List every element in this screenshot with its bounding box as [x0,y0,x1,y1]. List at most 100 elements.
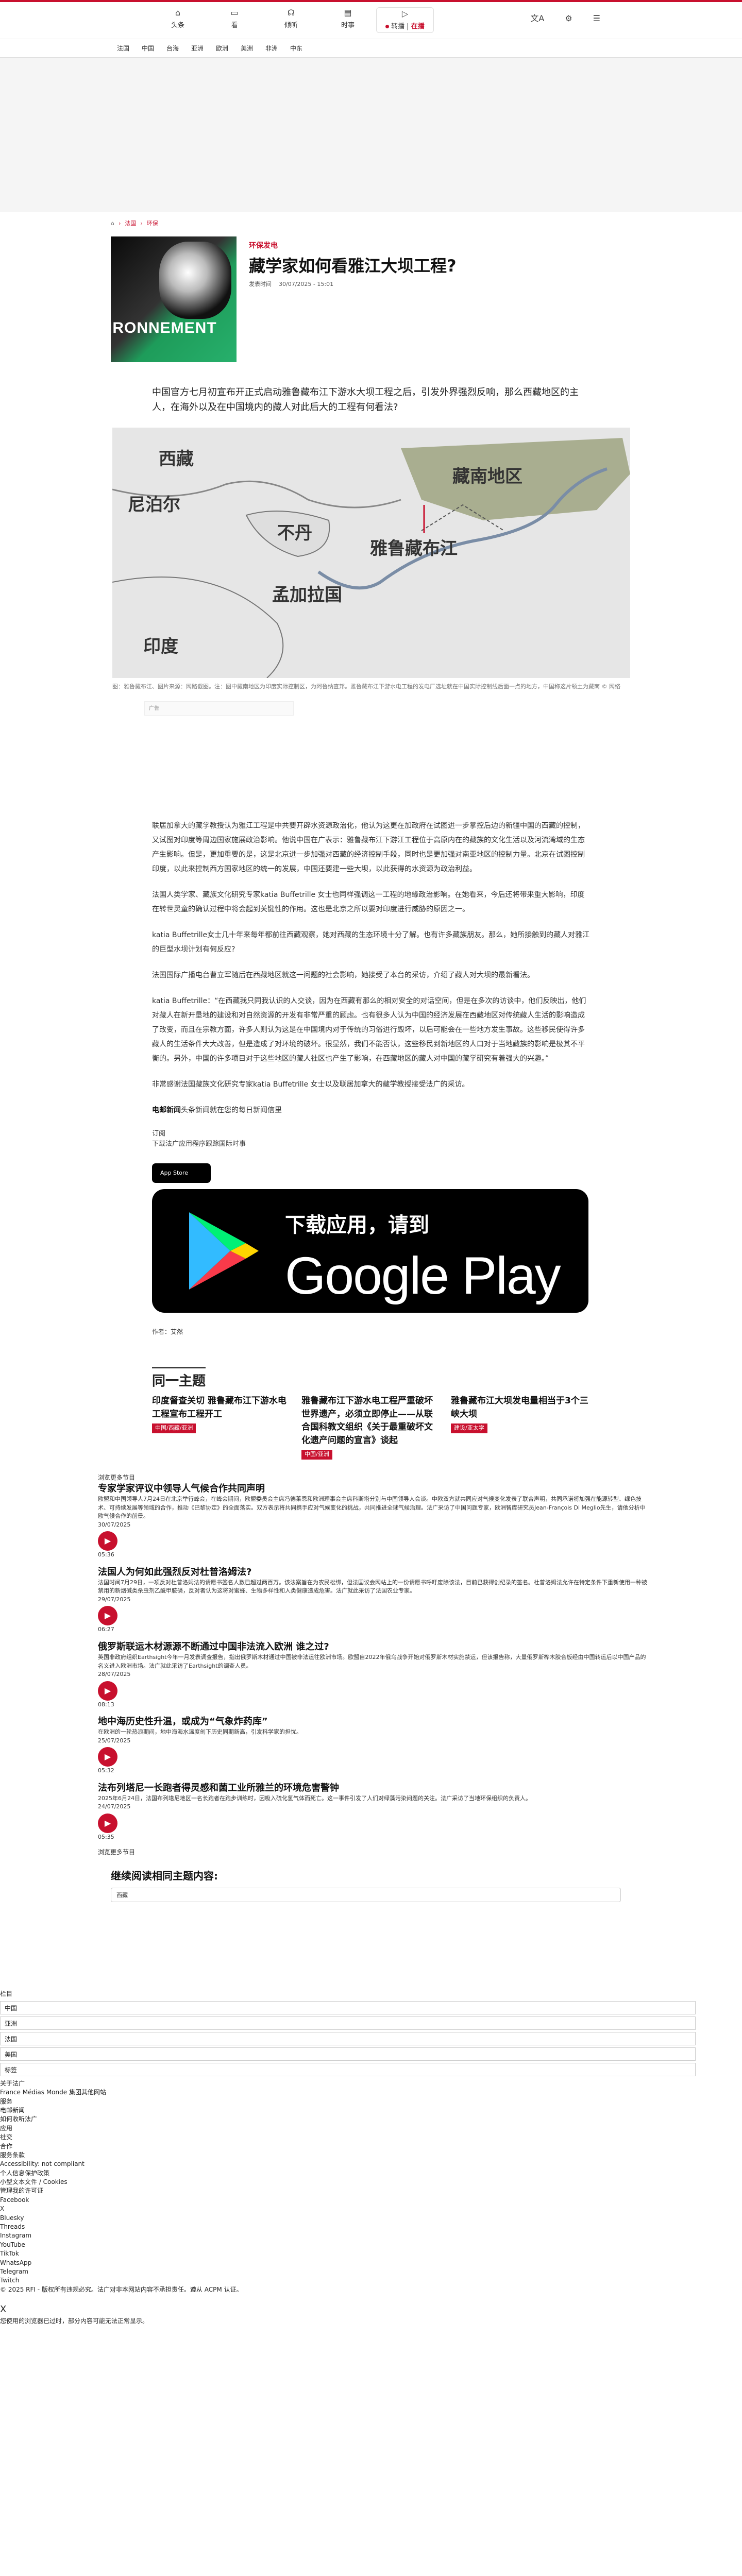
footer-link[interactable]: 关于法广 [0,2079,742,2088]
footer-link[interactable]: Accessibility: not compliant [0,2160,742,2168]
article-kicker[interactable]: 环保发电 [249,241,457,251]
section-link[interactable]: 台海 [160,44,185,53]
podcast-list: 浏览更多节目 专家学家评议中领导人气候合作共同声明 欧盟和中国领导人7月24日在… [98,1473,649,1857]
translate-icon[interactable]: 文A [530,12,544,25]
home-icon[interactable]: ⌂ [111,219,114,228]
podcast-title[interactable]: 法布列塔尼一长跑者得灵感和菌工业所雅兰的环境危害警钟 [98,1782,649,1794]
related-tag[interactable]: 中国/西藏/亚洲 [152,1423,196,1433]
section-link[interactable]: 美洲 [234,44,259,53]
nav-item-headlines[interactable]: ⌂ 头条 [149,7,206,33]
article-thumbnail: IRONNEMENT [111,236,237,362]
related-card[interactable]: 雅鲁藏布江大坝发电量相当于3个三峡大坝建设/亚太学 [451,1395,590,1461]
subscribe-link[interactable]: 订阅 [152,1129,590,1139]
play-icon[interactable]: ▶ [98,1813,117,1833]
section-link[interactable]: 法国 [111,44,136,53]
play-icon[interactable]: ▶ [98,1531,117,1551]
telegram-link[interactable]: Telegram [0,2267,742,2276]
breadcrumb-separator: › [140,220,143,227]
twitch-link[interactable]: Twitch [0,2276,742,2285]
footer: 栏目 中国 亚洲 法国 美国 标签 关于法广 France Médias Mon… [0,1990,742,2326]
podcast-title[interactable]: 地中海历史性升温，或成为“气象炸药库” [98,1715,649,1728]
paragraph: 法国国际广播电台曹立军随后在西藏地区就这一问题的社会影响，她接受了本台的采访，介… [152,971,534,980]
section-link[interactable]: 中国 [136,44,160,53]
related-card-title[interactable]: 雅鲁藏布江大坝发电量相当于3个三峡大坝 [451,1395,590,1421]
podcast-duration: 05:32 [98,1767,114,1774]
podcast-date: 28/07/2025 [98,1671,131,1678]
header-tools: 文A ⚙ ☰ [530,12,600,25]
related-tag[interactable]: 中国/亚洲 [301,1450,332,1460]
play-icon[interactable]: ▶ [98,1681,117,1701]
related-card[interactable]: 印度督查关切 雅鲁藏布江下游水电工程宣布工程开工中国/西藏/亚洲 [152,1395,291,1461]
section-link[interactable]: 中东 [284,44,309,53]
nav-item-listen[interactable]: ☊ 倾听 [263,7,319,33]
footer-link[interactable]: 小型文本文件 / Cookies [0,2178,742,2187]
nav-item-news[interactable]: ▤ 时事 [319,7,376,33]
footer-link[interactable]: France Médias Monde 集团其他网站 [0,2088,742,2097]
related-card-title[interactable]: 雅鲁藏布江下游水电工程严重破坏世界遗产，必须立即停止——从联合国科教文组织《关于… [301,1395,441,1447]
related-card-title[interactable]: 印度督查关切 雅鲁藏布江下游水电工程宣布工程开工 [152,1395,291,1421]
article-body: 联居加拿大的藏学教授认为雅江工程是中共要开辟水资源政治化，他认为这更在加政府在试… [152,819,590,1336]
main-nav: ⌂ 头条 ▭ 看 ☊ 倾听 ▤ 时事 ▷ 转播 | 在播 [149,7,434,33]
section-link[interactable]: 亚洲 [185,44,210,53]
hamburger-icon[interactable]: ☰ [593,12,600,25]
topic-tag[interactable]: 西藏 [111,1888,621,1903]
date-value: 30/07/2025 - 15:01 [279,280,334,287]
footer-link[interactable]: 社交 [0,2133,742,2142]
play-icon[interactable]: ▶ [98,1747,117,1767]
footer-link[interactable]: 服务 [0,2097,742,2106]
gear-icon[interactable]: ⚙ [565,12,572,25]
footer-link[interactable]: 合作 [0,2142,742,2151]
google-play-banner[interactable]: 下载应用，请到 Google Play [152,1189,588,1313]
facebook-link[interactable]: Facebook [0,2196,742,2205]
podcast-date: 30/07/2025 [98,1521,131,1528]
podcast-title[interactable]: 专家学家评议中领导人气候合作共同声明 [98,1482,649,1495]
threads-link[interactable]: Threads [0,2223,742,2231]
footer-link[interactable]: 电邮新闻 [0,2106,742,2115]
live-button[interactable]: ▷ 转播 | 在播 [376,7,434,33]
related-title: 同一主题 [152,1367,206,1392]
google-play-line2: Google Play [285,1246,561,1306]
section-link[interactable]: 欧洲 [210,44,234,53]
footer-link[interactable]: 个人信息保护政策 [0,2169,742,2178]
bluesky-link[interactable]: Bluesky [0,2214,742,2223]
tiktok-link[interactable]: TikTok [0,2249,742,2258]
section-link[interactable]: 非洲 [259,44,284,53]
footer-link[interactable]: 如何收听法广 [0,2115,742,2124]
author-name[interactable]: 艾然 [171,1328,183,1335]
footer-tag-label[interactable]: 标签 [0,2062,696,2076]
whatsapp-link[interactable]: WhatsApp [0,2259,742,2267]
image-caption: 图：雅鲁藏布江、图片来源：网路截图。注：图中藏南地区为印度实际控制区，为阿鲁纳查… [112,683,620,690]
footer-row[interactable]: 美国 [0,2047,696,2061]
breadcrumb-link[interactable]: 环保 [147,219,158,228]
map-label: 孟加拉国 [272,584,342,605]
continue-title: 继续阅读相同主题内容: [111,1870,218,1883]
play-icon[interactable]: ▶ [98,1606,117,1626]
podcast-date: 24/07/2025 [98,1803,131,1810]
footer-link[interactable]: 管理我的许可证 [0,2187,742,2195]
footer-row[interactable]: 中国 [0,2001,696,2014]
map-label: 印度 [143,636,178,657]
app-store-button[interactable]: App Store [152,1163,211,1183]
continue-reading: 继续阅读相同主题内容: 西藏 [111,1868,631,1903]
youtube-link[interactable]: YouTube [0,2241,742,2249]
podcast-title[interactable]: 俄罗斯联运木材源源不断通过中国非法流入欧洲 谁之过? [98,1640,649,1653]
paragraph: katia Buffetrille女士几十年来每年都前往西藏观察，她对西藏的生态… [152,931,590,954]
related-grid: 印度督查关切 雅鲁藏布江下游水电工程宣布工程开工中国/西藏/亚洲 雅鲁藏布江下游… [152,1395,590,1461]
breadcrumb-link[interactable]: 法国 [125,219,136,228]
podcast-item: 专家学家评议中领导人气候合作共同声明 欧盟和中国领导人7月24日在北京举行峰会，… [98,1482,649,1560]
nav-label: 头条 [171,22,184,29]
close-icon[interactable]: X [0,2302,742,2316]
more-podcasts-link[interactable]: 浏览更多节目 [98,1848,649,1857]
nav-item-watch[interactable]: ▭ 看 [206,7,263,33]
footer-link[interactable]: 服务条款 [0,2151,742,2160]
ad-label: 广告 [144,701,294,716]
instagram-link[interactable]: Instagram [0,2231,742,2240]
related-card[interactable]: 雅鲁藏布江下游水电工程严重破坏世界遗产，必须立即停止——从联合国科教文组织《关于… [301,1395,441,1461]
footer-row[interactable]: 亚洲 [0,2016,696,2030]
breadcrumb: ⌂ › 法国 › 环保 [111,219,742,228]
related-tag[interactable]: 建设/亚太学 [451,1423,487,1433]
x-link[interactable]: X [0,2205,742,2213]
footer-row[interactable]: 法国 [0,2031,696,2045]
podcast-title[interactable]: 法国人为何如此强烈反对杜普洛姆法? [98,1566,649,1579]
footer-link[interactable]: 应用 [0,2124,742,2133]
